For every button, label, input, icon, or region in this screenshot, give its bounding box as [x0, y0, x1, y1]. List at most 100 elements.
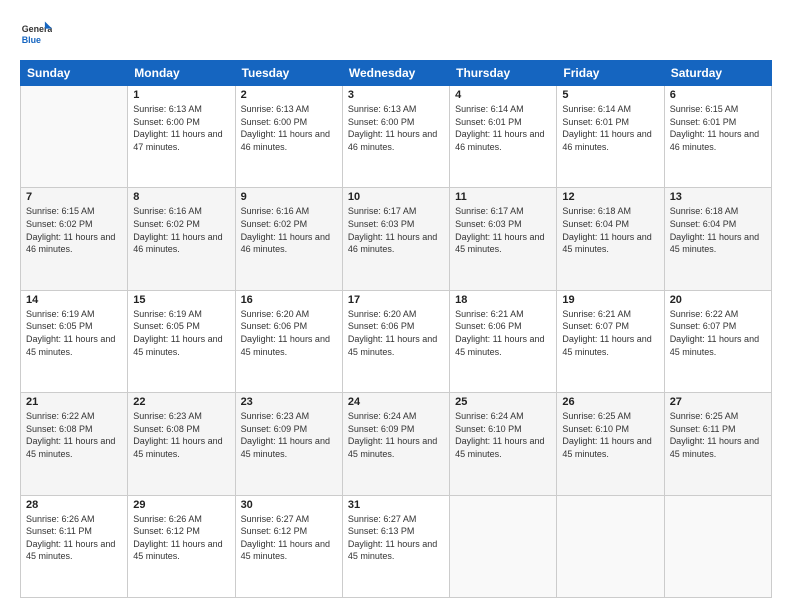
day-number: 21 [26, 396, 122, 408]
day-info: Sunrise: 6:19 AMSunset: 6:05 PMDaylight:… [133, 308, 229, 358]
calendar-header-friday: Friday [557, 61, 664, 86]
day-number: 31 [348, 499, 444, 511]
day-number: 2 [241, 89, 337, 101]
calendar-cell: 15 Sunrise: 6:19 AMSunset: 6:05 PMDayligh… [128, 290, 235, 392]
calendar-week-row: 28Sunrise: 6:26 AMSunset: 6:11 PMDayligh… [21, 495, 772, 597]
calendar-week-row: 1 Sunrise: 6:13 AMSunset: 6:00 PMDaylight… [21, 86, 772, 188]
day-number: 12 [562, 191, 658, 203]
calendar-header-saturday: Saturday [664, 61, 771, 86]
calendar-cell: 12 Sunrise: 6:18 AMSunset: 6:04 PMDayligh… [557, 188, 664, 290]
day-info: Sunrise: 6:25 AMSunset: 6:11 PMDaylight:… [670, 410, 766, 460]
day-info: Sunrise: 6:24 AMSunset: 6:10 PMDaylight:… [455, 410, 551, 460]
day-info: Sunrise: 6:25 AMSunset: 6:10 PMDaylight:… [562, 410, 658, 460]
day-info: Sunrise: 6:16 AMSunset: 6:02 PMDaylight:… [241, 205, 337, 255]
calendar-cell: 9 Sunrise: 6:16 AMSunset: 6:02 PMDaylight… [235, 188, 342, 290]
calendar-cell: 16 Sunrise: 6:20 AMSunset: 6:06 PMDayligh… [235, 290, 342, 392]
calendar-cell [450, 495, 557, 597]
calendar-cell: 11 Sunrise: 6:17 AMSunset: 6:03 PMDayligh… [450, 188, 557, 290]
general-blue-icon: General Blue [20, 18, 52, 50]
day-info: Sunrise: 6:18 AMSunset: 6:04 PMDaylight:… [670, 205, 766, 255]
day-number: 14 [26, 294, 122, 306]
day-number: 5 [562, 89, 658, 101]
day-number: 11 [455, 191, 551, 203]
calendar-cell: 23 Sunrise: 6:23 AMSunset: 6:09 PMDayligh… [235, 393, 342, 495]
day-info: Sunrise: 6:13 AMSunset: 6:00 PMDaylight:… [241, 103, 337, 153]
calendar-cell: 28Sunrise: 6:26 AMSunset: 6:11 PMDayligh… [21, 495, 128, 597]
day-number: 9 [241, 191, 337, 203]
calendar-cell [21, 86, 128, 188]
calendar-cell: 3Sunrise: 6:13 AMSunset: 6:00 PMDaylight… [342, 86, 449, 188]
day-info: Sunrise: 6:17 AMSunset: 6:03 PMDaylight:… [348, 205, 444, 255]
calendar-week-row: 7Sunrise: 6:15 AMSunset: 6:02 PMDaylight… [21, 188, 772, 290]
calendar-cell: 30Sunrise: 6:27 AMSunset: 6:12 PMDayligh… [235, 495, 342, 597]
header: General Blue [20, 18, 772, 50]
day-info: Sunrise: 6:21 AMSunset: 6:06 PMDaylight:… [455, 308, 551, 358]
calendar-cell: 13 Sunrise: 6:18 AMSunset: 6:04 PMDayligh… [664, 188, 771, 290]
day-info: Sunrise: 6:16 AMSunset: 6:02 PMDaylight:… [133, 205, 229, 255]
day-number: 6 [670, 89, 766, 101]
calendar-cell: 25 Sunrise: 6:24 AMSunset: 6:10 PMDayligh… [450, 393, 557, 495]
day-info: Sunrise: 6:21 AMSunset: 6:07 PMDaylight:… [562, 308, 658, 358]
calendar-cell [557, 495, 664, 597]
calendar-header-sunday: Sunday [21, 61, 128, 86]
calendar-cell: 8 Sunrise: 6:16 AMSunset: 6:02 PMDaylight… [128, 188, 235, 290]
calendar-cell: 17Sunrise: 6:20 AMSunset: 6:06 PMDayligh… [342, 290, 449, 392]
calendar-header-monday: Monday [128, 61, 235, 86]
day-number: 26 [562, 396, 658, 408]
calendar-header-wednesday: Wednesday [342, 61, 449, 86]
calendar-week-row: 14 Sunrise: 6:19 AMSunset: 6:05 PMDayligh… [21, 290, 772, 392]
day-info: Sunrise: 6:23 AMSunset: 6:08 PMDaylight:… [133, 410, 229, 460]
day-info: Sunrise: 6:15 AMSunset: 6:02 PMDaylight:… [26, 205, 122, 255]
day-number: 8 [133, 191, 229, 203]
day-number: 19 [562, 294, 658, 306]
calendar-cell: 5 Sunrise: 6:14 AMSunset: 6:01 PMDaylight… [557, 86, 664, 188]
day-info: Sunrise: 6:22 AMSunset: 6:08 PMDaylight:… [26, 410, 122, 460]
svg-text:Blue: Blue [22, 35, 41, 45]
logo: General Blue [20, 18, 52, 50]
calendar-cell: 2 Sunrise: 6:13 AMSunset: 6:00 PMDaylight… [235, 86, 342, 188]
day-number: 16 [241, 294, 337, 306]
day-number: 30 [241, 499, 337, 511]
day-info: Sunrise: 6:26 AMSunset: 6:11 PMDaylight:… [26, 513, 122, 563]
calendar-cell: 26 Sunrise: 6:25 AMSunset: 6:10 PMDayligh… [557, 393, 664, 495]
day-info: Sunrise: 6:15 AMSunset: 6:01 PMDaylight:… [670, 103, 766, 153]
day-number: 10 [348, 191, 444, 203]
day-number: 23 [241, 396, 337, 408]
calendar-cell [664, 495, 771, 597]
calendar-cell: 31Sunrise: 6:27 AMSunset: 6:13 PMDayligh… [342, 495, 449, 597]
calendar-cell: 24Sunrise: 6:24 AMSunset: 6:09 PMDayligh… [342, 393, 449, 495]
day-info: Sunrise: 6:13 AMSunset: 6:00 PMDaylight:… [133, 103, 229, 153]
day-info: Sunrise: 6:20 AMSunset: 6:06 PMDaylight:… [241, 308, 337, 358]
calendar-cell: 6 Sunrise: 6:15 AMSunset: 6:01 PMDaylight… [664, 86, 771, 188]
day-info: Sunrise: 6:14 AMSunset: 6:01 PMDaylight:… [562, 103, 658, 153]
calendar-header-tuesday: Tuesday [235, 61, 342, 86]
calendar-cell: 14Sunrise: 6:19 AMSunset: 6:05 PMDayligh… [21, 290, 128, 392]
day-info: Sunrise: 6:18 AMSunset: 6:04 PMDaylight:… [562, 205, 658, 255]
day-info: Sunrise: 6:26 AMSunset: 6:12 PMDaylight:… [133, 513, 229, 563]
day-number: 1 [133, 89, 229, 101]
calendar-cell: 19 Sunrise: 6:21 AMSunset: 6:07 PMDayligh… [557, 290, 664, 392]
day-number: 24 [348, 396, 444, 408]
calendar-week-row: 21 Sunrise: 6:22 AMSunset: 6:08 PMDayligh… [21, 393, 772, 495]
day-number: 13 [670, 191, 766, 203]
day-info: Sunrise: 6:14 AMSunset: 6:01 PMDaylight:… [455, 103, 551, 153]
calendar-cell: 29Sunrise: 6:26 AMSunset: 6:12 PMDayligh… [128, 495, 235, 597]
page: General Blue SundayMondayTuesdayWednesda… [0, 0, 792, 612]
calendar-cell: 10 Sunrise: 6:17 AMSunset: 6:03 PMDayligh… [342, 188, 449, 290]
day-number: 3 [348, 89, 444, 101]
day-number: 17 [348, 294, 444, 306]
calendar-cell: 1 Sunrise: 6:13 AMSunset: 6:00 PMDaylight… [128, 86, 235, 188]
calendar-cell: 21 Sunrise: 6:22 AMSunset: 6:08 PMDayligh… [21, 393, 128, 495]
calendar-cell: 22Sunrise: 6:23 AMSunset: 6:08 PMDayligh… [128, 393, 235, 495]
calendar-header-row: SundayMondayTuesdayWednesdayThursdayFrid… [21, 61, 772, 86]
calendar-cell: 18Sunrise: 6:21 AMSunset: 6:06 PMDayligh… [450, 290, 557, 392]
day-number: 25 [455, 396, 551, 408]
day-number: 27 [670, 396, 766, 408]
day-number: 15 [133, 294, 229, 306]
calendar-cell: 7Sunrise: 6:15 AMSunset: 6:02 PMDaylight… [21, 188, 128, 290]
day-info: Sunrise: 6:22 AMSunset: 6:07 PMDaylight:… [670, 308, 766, 358]
day-info: Sunrise: 6:23 AMSunset: 6:09 PMDaylight:… [241, 410, 337, 460]
calendar-header-thursday: Thursday [450, 61, 557, 86]
calendar-cell: 4Sunrise: 6:14 AMSunset: 6:01 PMDaylight… [450, 86, 557, 188]
day-info: Sunrise: 6:17 AMSunset: 6:03 PMDaylight:… [455, 205, 551, 255]
